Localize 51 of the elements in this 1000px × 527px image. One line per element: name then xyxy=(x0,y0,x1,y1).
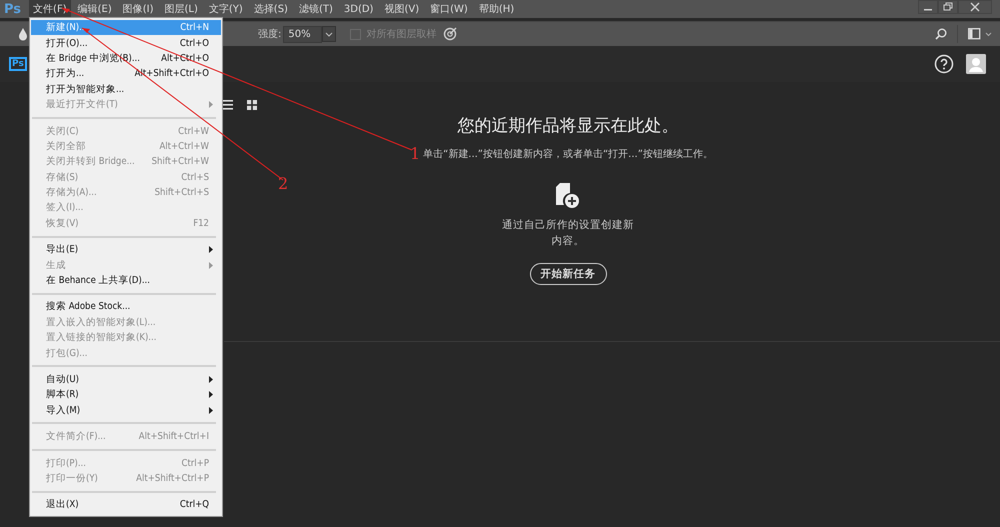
annotation-number: 2 xyxy=(278,176,288,192)
list-view-icon[interactable] xyxy=(223,100,233,110)
drop-icon[interactable] xyxy=(18,28,28,40)
menu-item[interactable]: 帮助(H) xyxy=(474,0,518,18)
menu-item[interactable]: 自动(U) xyxy=(31,372,221,388)
menu-item[interactable]: 图层(L) xyxy=(160,0,202,18)
menu-item[interactable]: 退出(X) Ctrl+Q xyxy=(31,497,221,513)
close-icon xyxy=(970,2,980,12)
strength-field[interactable]: 50% xyxy=(283,26,322,42)
restore-icon xyxy=(943,2,953,12)
new-document-icon[interactable] xyxy=(556,183,580,209)
submenu-arrow-icon xyxy=(209,246,213,254)
close-button[interactable] xyxy=(958,0,992,14)
help-icon[interactable] xyxy=(934,54,954,74)
restore-button[interactable] xyxy=(938,0,958,14)
new-content-text: 通过自己所作的设置创建新内容。 xyxy=(502,218,634,249)
submenu-arrow-icon xyxy=(209,376,213,383)
menu-item[interactable]: 滤镜(T) xyxy=(294,0,337,18)
start-new-button[interactable]: 开始新任务 xyxy=(530,263,606,285)
submenu-arrow-icon xyxy=(209,101,213,108)
annotation-number: 1 xyxy=(410,146,420,162)
hint-text: 单击“新建...”按钮创建新内容，或者单击“打开...”按钮继续工作。 xyxy=(423,148,713,161)
submenu-arrow-icon xyxy=(209,262,213,269)
menu-item[interactable]: 编辑(E) xyxy=(74,0,116,18)
menu-item[interactable]: 导出(E) xyxy=(31,242,221,258)
menu-item[interactable]: 打开(O)... Ctrl+O xyxy=(31,35,221,51)
menu-item[interactable]: 脚本(R) xyxy=(31,387,221,403)
target-icon[interactable] xyxy=(442,27,457,41)
menu-item[interactable]: 视图(V) xyxy=(380,0,424,18)
submenu-arrow-icon xyxy=(209,391,213,398)
search-icon[interactable] xyxy=(935,28,947,40)
dropdown-icon[interactable] xyxy=(322,26,336,42)
menu-item[interactable]: 新建(N)... Ctrl+N xyxy=(31,20,221,36)
strength-label: 强度: xyxy=(258,28,282,41)
menu-item[interactable]: 搜索 Adobe Stock... xyxy=(31,299,221,315)
menu-item[interactable]: 打开为智能对象... xyxy=(31,82,221,97)
app-logo: Ps xyxy=(3,2,22,16)
workspace-icon[interactable] xyxy=(968,28,992,40)
menu-item[interactable]: 3D(D) xyxy=(340,2,378,16)
submenu-arrow-icon xyxy=(209,406,213,414)
menu-item[interactable]: 选择(S) xyxy=(250,0,292,18)
menu-item[interactable]: 文字(Y) xyxy=(204,0,247,18)
menu-item[interactable]: 图像(I) xyxy=(118,0,158,18)
app-logo: Ps xyxy=(9,57,27,71)
menu-item[interactable]: 在 Behance 上共享(D)... xyxy=(31,272,221,288)
minimize-button[interactable] xyxy=(918,0,938,14)
menu-item[interactable]: 导入(M) xyxy=(31,402,221,418)
minimize-icon xyxy=(924,9,932,11)
grid-view-icon[interactable] xyxy=(247,100,257,110)
menu-item[interactable]: 窗口(W) xyxy=(426,0,472,18)
recent-work-title: 您的近期作品将显示在此处。 xyxy=(458,115,678,137)
